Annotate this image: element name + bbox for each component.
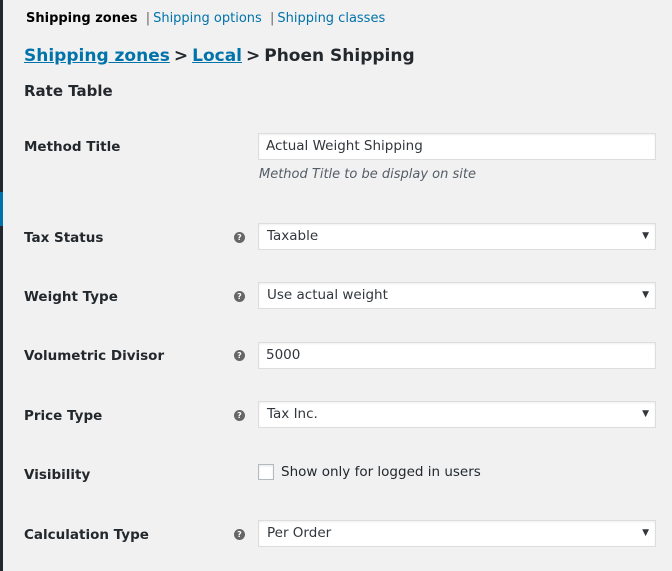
tax-status-label: Tax Status [24, 230, 104, 246]
subnav-shipping-zones: Shipping zones [26, 11, 138, 26]
visibility-label: Visibility [24, 467, 91, 483]
logged-in-only-checkbox[interactable] [258, 464, 274, 480]
tax-status-select[interactable]: Taxable ▼ [258, 223, 656, 250]
calculation-type-label: Calculation Type [24, 527, 149, 543]
method-title-description: Method Title to be display on site [259, 167, 476, 182]
calculation-type-value: Per Order [267, 525, 332, 541]
calculation-type-select[interactable]: Per Order ▼ [258, 520, 656, 547]
price-type-label: Price Type [24, 408, 103, 424]
volumetric-divisor-input[interactable]: 5000 [258, 342, 656, 369]
help-tip-icon[interactable]: ? [234, 291, 245, 302]
admin-sidebar-active-marker [0, 192, 3, 226]
dropdown-caret-icon: ▼ [642, 528, 649, 538]
method-title-label: Method Title [24, 139, 121, 155]
price-type-value: Tax Inc. [267, 406, 318, 422]
help-tip-icon[interactable]: ? [234, 232, 245, 243]
subnav-shipping-classes[interactable]: Shipping classes [277, 11, 385, 26]
weight-type-value: Use actual weight [267, 287, 388, 303]
dropdown-caret-icon: ▼ [642, 409, 649, 419]
subnav-separator: | [269, 11, 275, 26]
admin-sidebar-edge [0, 0, 3, 571]
price-type-select[interactable]: Tax Inc. ▼ [258, 401, 656, 428]
help-tip-icon[interactable]: ? [234, 529, 245, 540]
breadcrumb-separator: > [246, 46, 261, 66]
dropdown-caret-icon: ▼ [642, 231, 649, 241]
subnav-shipping-options[interactable]: Shipping options [153, 11, 262, 26]
section-title: Rate Table [24, 82, 113, 100]
breadcrumb-shipping-zones[interactable]: Shipping zones [24, 46, 170, 66]
weight-type-label: Weight Type [24, 289, 118, 305]
breadcrumb: Shipping zones > Local > Phoen Shipping [24, 45, 415, 67]
logged-in-only-label[interactable]: Show only for logged in users [281, 463, 481, 481]
breadcrumb-local-zone[interactable]: Local [192, 46, 242, 66]
help-tip-icon[interactable]: ? [234, 410, 245, 421]
help-tip-icon[interactable]: ? [234, 350, 245, 361]
dropdown-caret-icon: ▼ [642, 290, 649, 300]
method-title-input[interactable]: Actual Weight Shipping [258, 133, 656, 160]
shipping-subnav: Shipping zones | Shipping options | Shippi… [26, 10, 385, 28]
subnav-separator: | [145, 11, 151, 26]
volumetric-divisor-label: Volumetric Divisor [24, 348, 165, 364]
breadcrumb-current-method: Phoen Shipping [264, 46, 415, 66]
weight-type-select[interactable]: Use actual weight ▼ [258, 282, 656, 309]
tax-status-value: Taxable [267, 228, 319, 244]
breadcrumb-separator: > [173, 46, 189, 66]
